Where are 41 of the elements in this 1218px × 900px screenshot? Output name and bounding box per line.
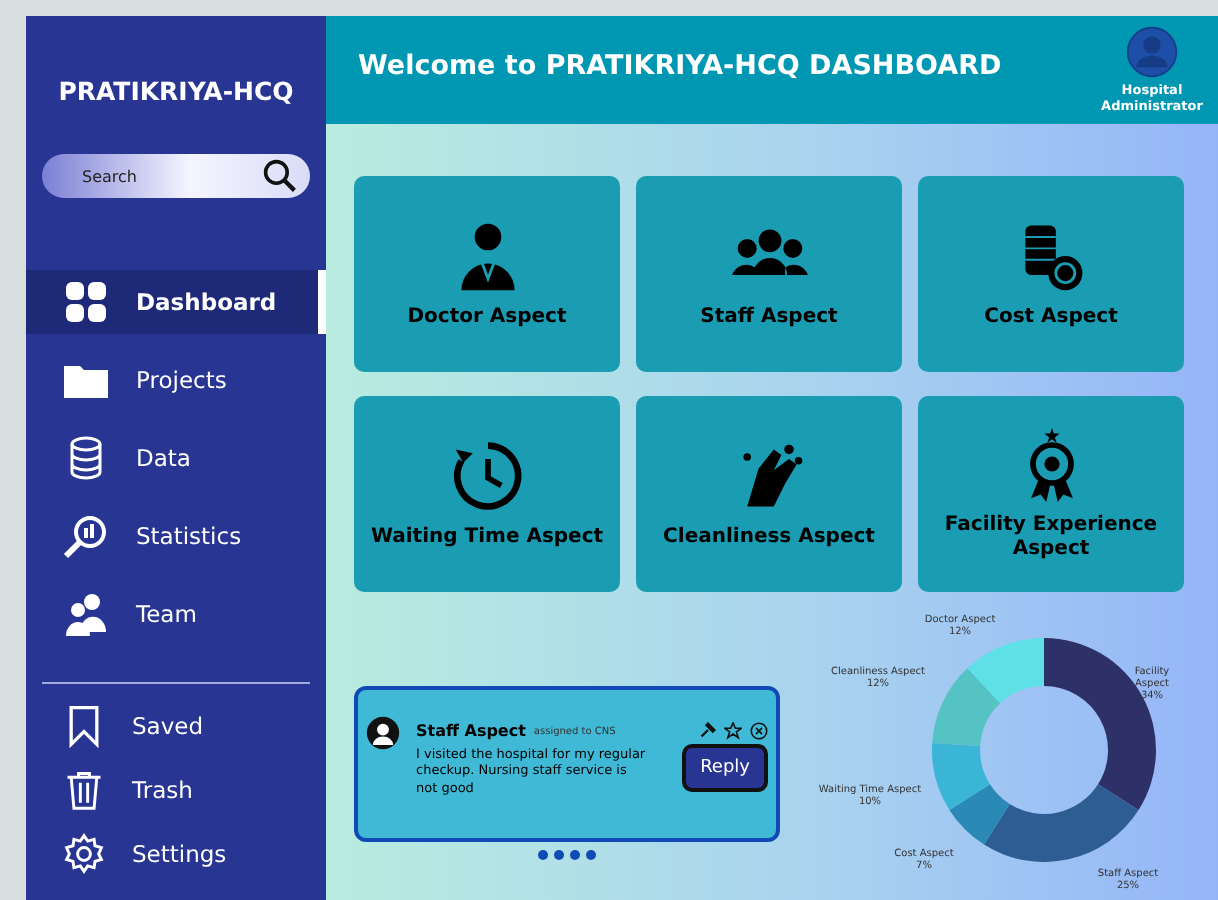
nav-item[interactable]: Projects — [26, 348, 326, 412]
card-label: Waiting Time Aspect — [370, 525, 604, 551]
pager-dot[interactable] — [570, 850, 580, 860]
nav-item[interactable]: Saved — [26, 700, 326, 752]
settings-icon — [62, 832, 106, 876]
search-field[interactable]: Search — [42, 154, 310, 198]
aspect-card[interactable]: Doctor Aspect — [354, 176, 620, 372]
reply-button[interactable]: Reply — [682, 744, 768, 793]
avatar-icon[interactable] — [1126, 26, 1178, 78]
card-label: Cost Aspect — [984, 305, 1118, 331]
aspect-card[interactable]: Cleanliness Aspect — [636, 396, 902, 592]
page-title: Welcome to PRATIKRIYA-HCQ DASHBOARD — [358, 50, 1002, 82]
clock-icon — [449, 437, 525, 514]
close-icon[interactable] — [750, 722, 768, 740]
people-icon — [62, 590, 110, 638]
aspect-card[interactable]: Waiting Time Aspect — [354, 396, 620, 592]
nav-item[interactable]: Statistics — [26, 504, 326, 568]
card-label: Doctor Aspect — [407, 305, 567, 331]
aspect-card[interactable]: Staff Aspect — [636, 176, 902, 372]
nav-item[interactable]: Trash — [26, 764, 326, 816]
nav-item[interactable]: Dashboard — [26, 270, 326, 334]
app-title: PRATIKRIYA-HCQ — [56, 74, 296, 106]
nav-item[interactable]: Data — [26, 426, 326, 490]
star-icon[interactable] — [724, 722, 742, 740]
nav-item[interactable]: Team — [26, 582, 326, 646]
card-label: Cleanliness Aspect — [663, 525, 875, 551]
avatar-icon — [366, 716, 400, 750]
donut-slice — [932, 668, 1001, 746]
pager-dot[interactable] — [586, 850, 596, 860]
grid-icon — [62, 278, 110, 326]
search-icon — [262, 158, 298, 194]
magnifier-chart-icon — [62, 512, 110, 560]
nav-item[interactable]: Settings — [26, 828, 326, 880]
pager-dot[interactable] — [538, 850, 548, 860]
card-label: Facility Experience Aspect — [942, 513, 1160, 563]
card-label: Staff Aspect — [700, 305, 838, 331]
aspect-card[interactable]: Facility Experience Aspect — [918, 396, 1184, 592]
trash-icon — [62, 768, 106, 812]
aspect-card[interactable]: Cost Aspect — [918, 176, 1184, 372]
pager-dot[interactable] — [554, 850, 564, 860]
feedback-title: Staff Aspect — [416, 722, 526, 740]
